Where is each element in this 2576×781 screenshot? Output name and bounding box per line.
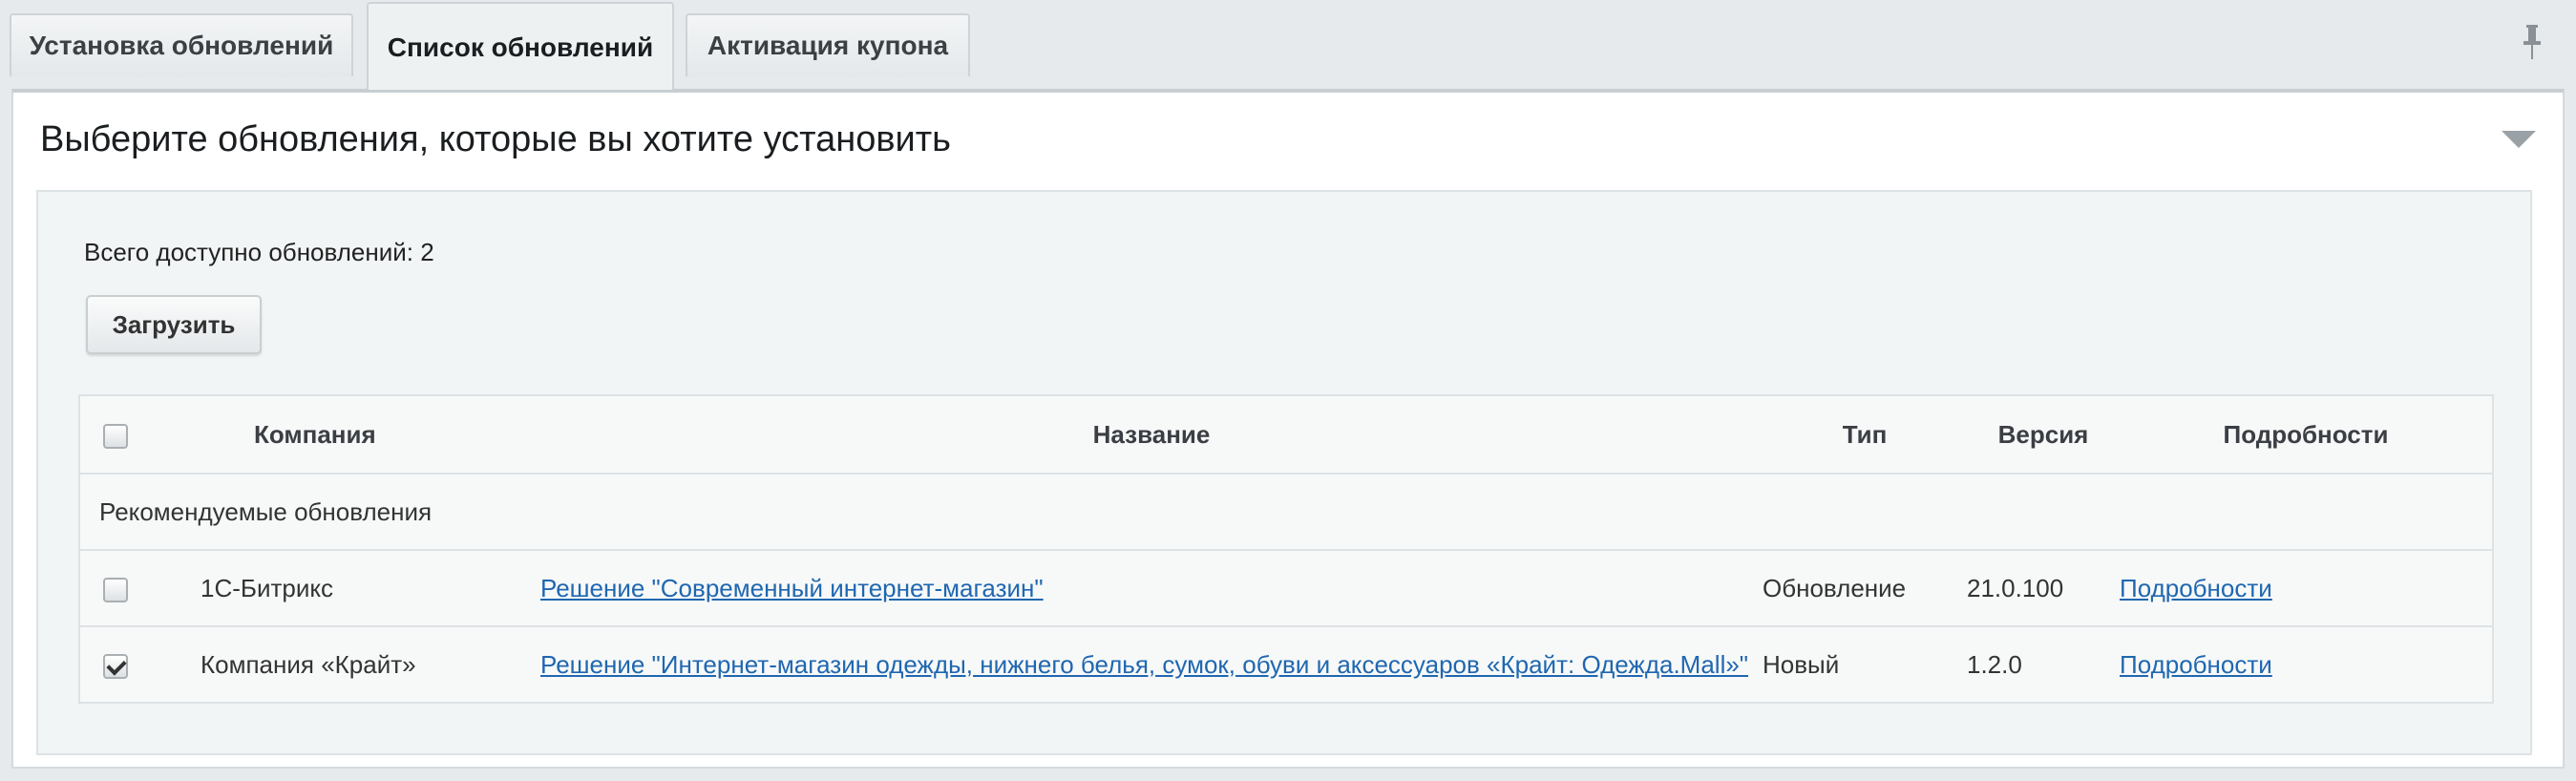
select-all-checkbox[interactable] bbox=[103, 423, 128, 449]
header-type: Тип bbox=[1763, 395, 1967, 475]
chevron-down-icon[interactable] bbox=[2502, 131, 2536, 150]
header-name: Название bbox=[540, 395, 1763, 475]
page-title: Выберите обновления, которые вы хотите у… bbox=[40, 119, 951, 159]
table-header-row: Компания Название Тип Версия Подробности bbox=[79, 395, 2493, 475]
tab-install-updates[interactable]: Установка обновлений bbox=[10, 13, 353, 76]
load-button[interactable]: Загрузить bbox=[86, 295, 262, 354]
row-details-link[interactable]: Подробности bbox=[2120, 574, 2272, 602]
group-label: Рекомендуемые обновления bbox=[79, 474, 2493, 551]
group-row: Рекомендуемые обновления bbox=[79, 474, 2493, 551]
total-updates-count: Всего доступно обновлений: 2 bbox=[84, 238, 434, 266]
updates-panel: Выберите обновления, которые вы хотите у… bbox=[11, 89, 2565, 769]
row-name-cell: Решение "Интернет-магазин одежды, нижнег… bbox=[540, 626, 1763, 703]
updates-content: Всего доступно обновлений: 2 Загрузить К… bbox=[36, 190, 2532, 755]
row-name-cell: Решение "Современный интернет-магазин" bbox=[540, 550, 1763, 627]
table-row: 1С-Битрикс Решение "Современный интернет… bbox=[79, 550, 2493, 627]
row-select-cell bbox=[79, 626, 178, 703]
header-details: Подробности bbox=[2120, 395, 2493, 475]
row-company: Компания «Крайт» bbox=[201, 649, 416, 679]
row-name-link[interactable]: Решение "Современный интернет-магазин" bbox=[540, 574, 1044, 602]
updates-table: Компания Название Тип Версия Подробности… bbox=[78, 394, 2494, 704]
header-company: Компания bbox=[178, 395, 540, 475]
row-checkbox[interactable] bbox=[103, 577, 128, 602]
row-select-cell bbox=[79, 550, 178, 627]
tab-bar: Установка обновлений Список обновлений А… bbox=[0, 0, 2576, 90]
row-version: 21.0.100 bbox=[1967, 550, 2120, 627]
row-type: Новый bbox=[1763, 649, 1840, 679]
tab-updates-list[interactable]: Список обновлений bbox=[367, 2, 674, 90]
row-name-link[interactable]: Решение "Интернет-магазин одежды, нижнег… bbox=[540, 650, 1748, 679]
row-details-cell: Подробности bbox=[2120, 626, 2493, 703]
row-version: 1.2.0 bbox=[1967, 649, 2022, 679]
row-checkbox[interactable] bbox=[103, 653, 128, 679]
row-details-cell: Подробности bbox=[2120, 550, 2493, 627]
row-company: 1С-Битрикс bbox=[178, 550, 540, 627]
header-version: Версия bbox=[1967, 395, 2120, 475]
pin-icon[interactable] bbox=[2521, 25, 2544, 59]
table-row: Компания «Крайт» Решение "Интернет-магаз… bbox=[79, 626, 2493, 703]
row-details-link[interactable]: Подробности bbox=[2120, 650, 2272, 679]
tab-coupon-activation[interactable]: Активация купона bbox=[686, 13, 970, 76]
select-all-cell bbox=[79, 395, 178, 475]
row-type: Обновление bbox=[1763, 550, 1967, 627]
